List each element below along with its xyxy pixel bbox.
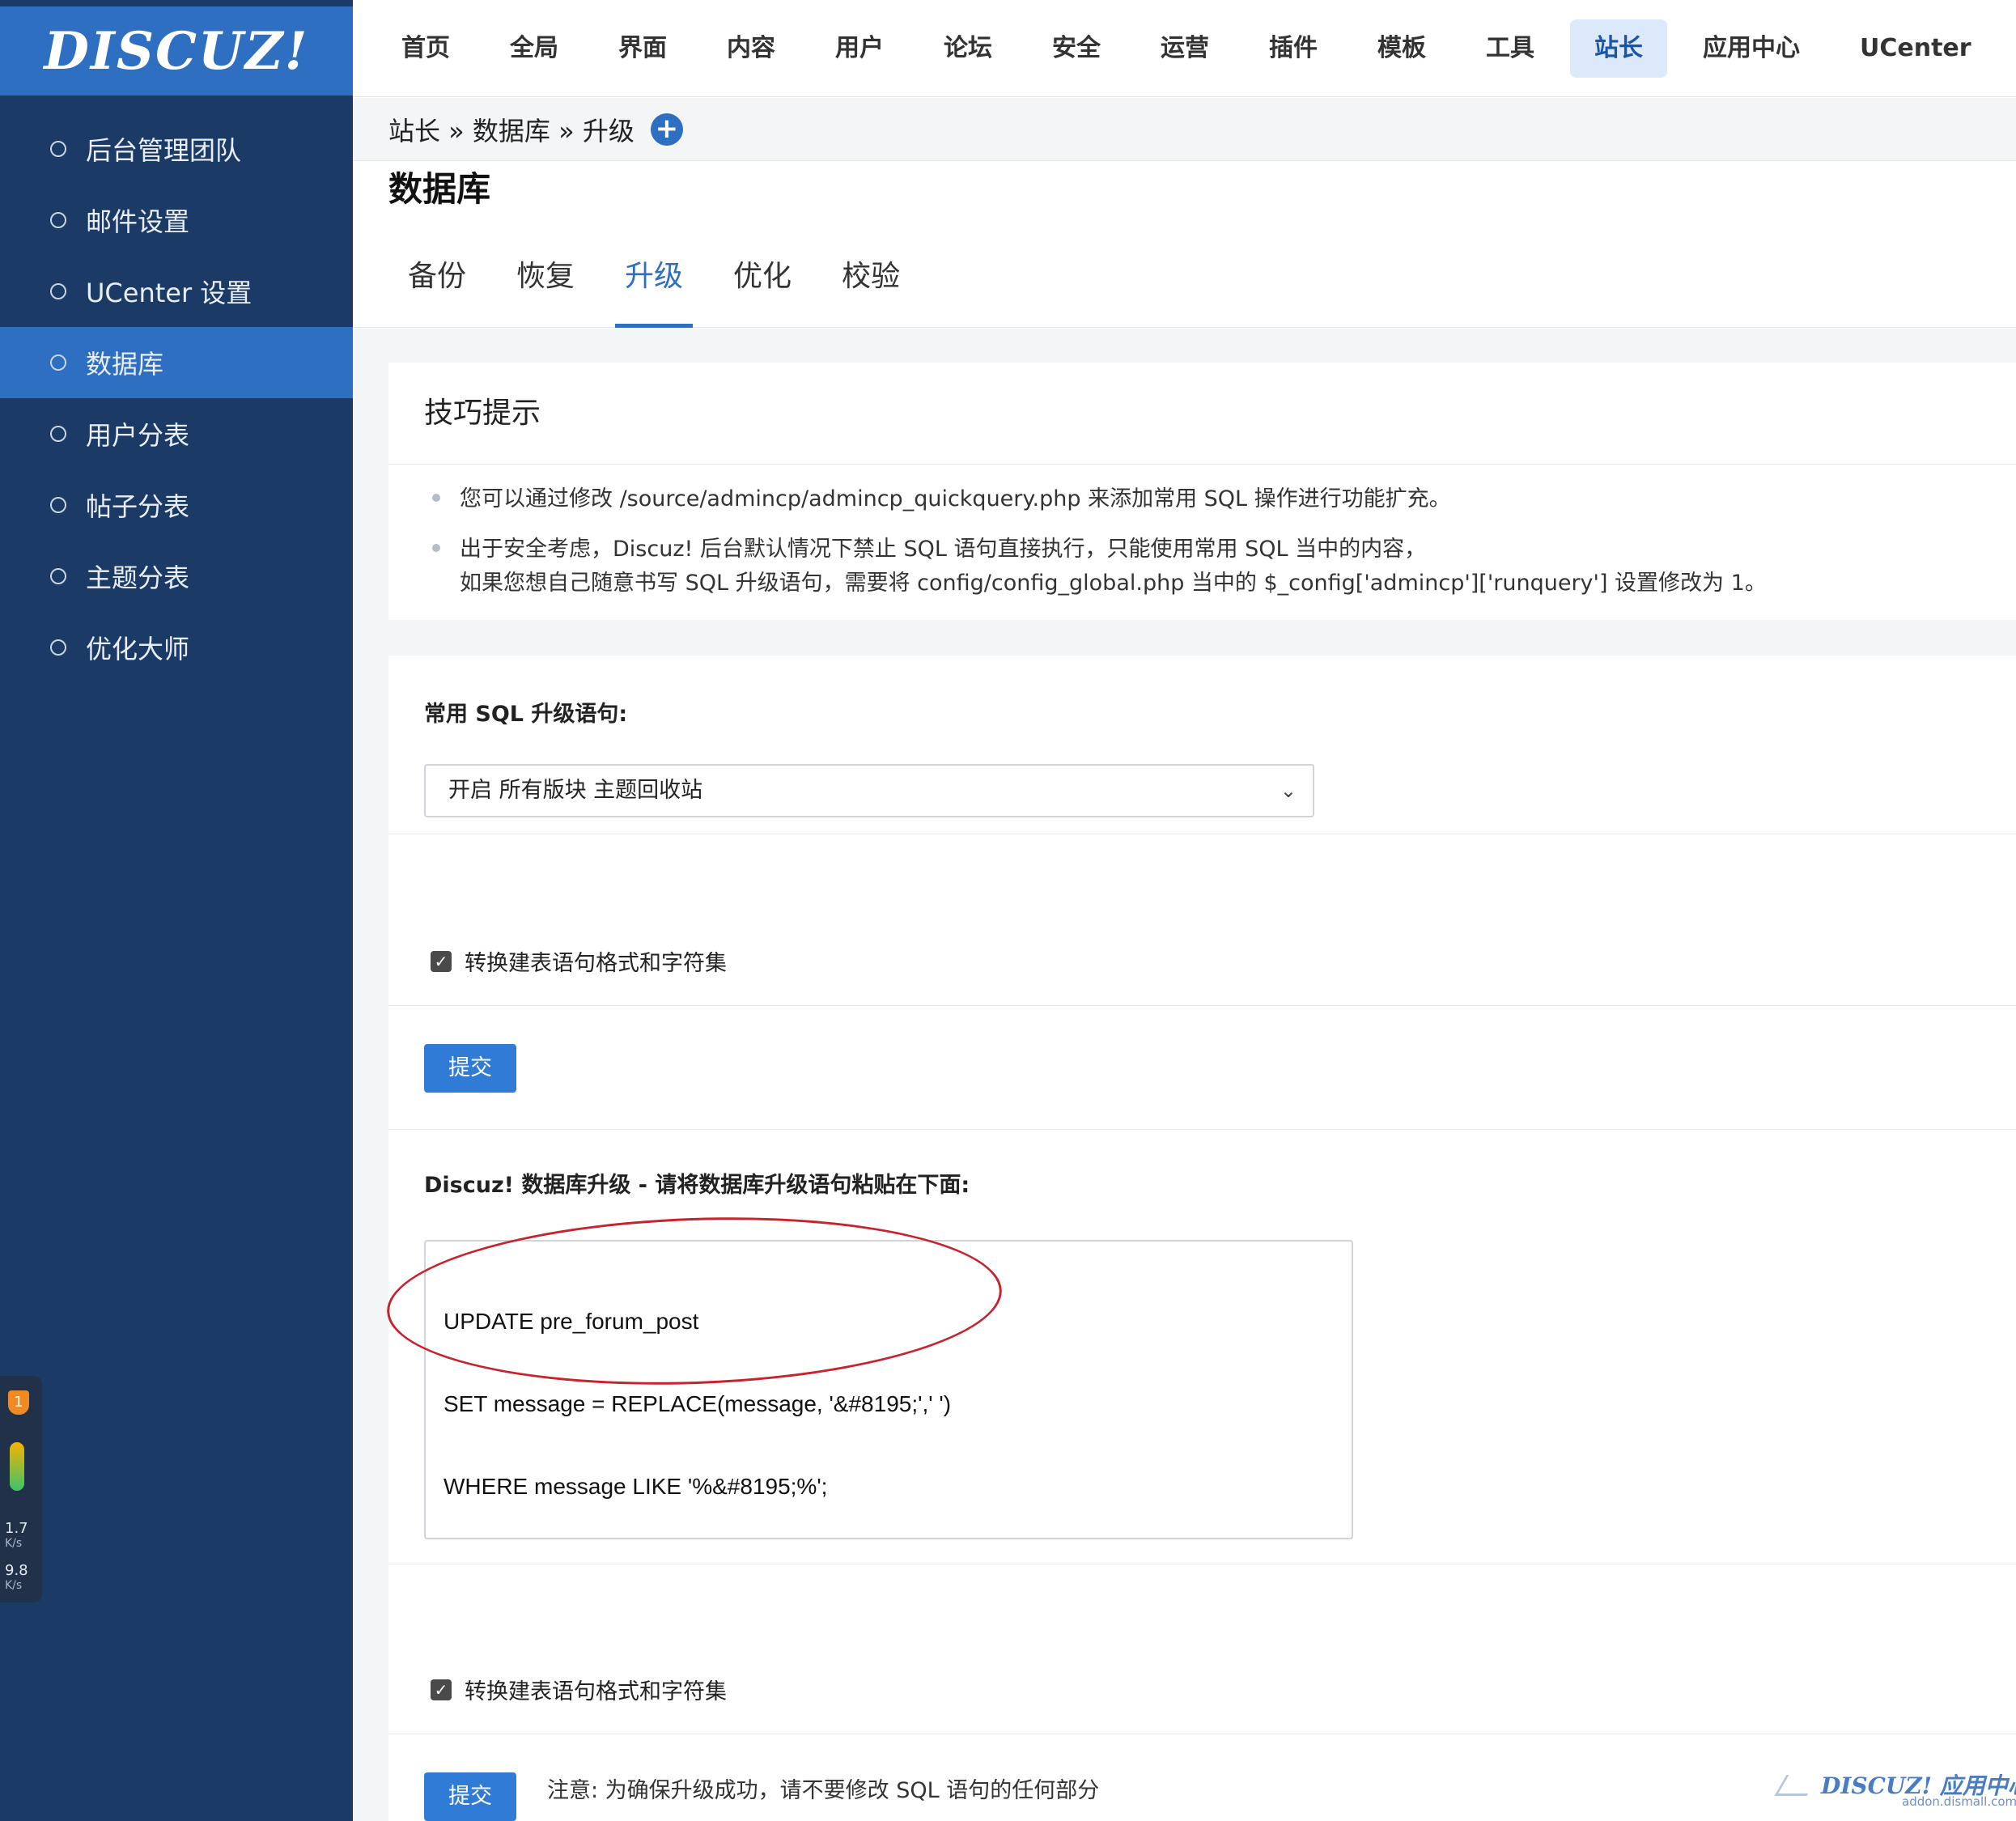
checkbox-checked-icon: ✓ (431, 1679, 452, 1700)
convert-charset-checkbox-1[interactable]: ✓ 转换建表语句格式和字符集 (431, 945, 727, 977)
submit-button-2[interactable]: 提交 (424, 1772, 516, 1821)
breadcrumb-text[interactable]: 站长 » 数据库 » 升级 (388, 111, 635, 148)
nav-plugins[interactable]: 插件 (1245, 19, 1342, 78)
page-title: 数据库 (388, 169, 491, 209)
tab-optimize[interactable]: 优化 (724, 243, 801, 328)
tips-panel: 技巧提示 您可以通过修改 /source/admincp/admincp_qui… (388, 363, 2016, 620)
watermark: DISCUZ! 应用中心 addon.dismall.com (1774, 1768, 2016, 1809)
circle-icon (50, 354, 66, 371)
nav-interface[interactable]: 界面 (594, 19, 691, 78)
tip-item: 您可以通过修改 /source/admincp/admincp_quickque… (424, 482, 2016, 516)
sidebar-item-thread-tables[interactable]: 主题分表 (0, 541, 353, 612)
circle-icon (50, 283, 66, 299)
top-navigation: 首页 全局 界面 内容 用户 论坛 安全 运营 插件 模板 工具 站长 应用中心… (353, 0, 2016, 97)
add-shortcut-icon[interactable]: + (650, 112, 683, 146)
speed-gauge (10, 1442, 24, 1491)
logo-text: DISCUZ! (44, 20, 309, 82)
circle-icon (50, 426, 66, 442)
arrow-icon (1774, 1775, 1819, 1796)
circle-icon (50, 497, 66, 513)
tab-verify[interactable]: 校验 (832, 243, 910, 328)
tab-restore[interactable]: 恢复 (507, 243, 584, 328)
sidebar-item-database[interactable]: 数据库 (0, 327, 353, 398)
nav-ucenter[interactable]: UCenter (1836, 19, 1996, 78)
common-sql-select[interactable]: 开启 所有版块 主题回收站 ⌄ (424, 764, 1314, 817)
tips-title: 技巧提示 (388, 363, 2016, 465)
tab-upgrade[interactable]: 升级 (615, 243, 694, 328)
tip-item: 出于安全考虑，Discuz! 后台默认情况下禁止 SQL 语句直接执行，只能使用… (424, 533, 2016, 601)
discuz-logo[interactable]: DISCUZ! (0, 6, 353, 96)
convert-charset-checkbox-2[interactable]: ✓ 转换建表语句格式和字符集 (431, 1674, 727, 1705)
sidebar-item-admin-team[interactable]: 后台管理团队 (0, 113, 353, 185)
download-speed: 9.8 K/s (5, 1562, 28, 1593)
upload-speed: 1.7 K/s (5, 1520, 28, 1551)
sidebar-item-post-tables[interactable]: 帖子分表 (0, 469, 353, 541)
nav-webmaster[interactable]: 站长 (1570, 19, 1667, 78)
nav-users[interactable]: 用户 (811, 19, 908, 78)
sidebar-item-mail-settings[interactable]: 邮件设置 (0, 185, 353, 256)
submit-button-1[interactable]: 提交 (424, 1044, 516, 1093)
circle-icon (50, 639, 66, 656)
nav-tools[interactable]: 工具 (1462, 19, 1559, 78)
network-speed-widget[interactable]: 1 1.7 K/s 9.8 K/s (0, 1376, 42, 1602)
circle-icon (50, 141, 66, 157)
circle-icon (50, 212, 66, 228)
sidebar: DISCUZ! 后台管理团队 邮件设置 UCenter 设置 数据库 用户分表 … (0, 0, 353, 1821)
checkbox-checked-icon: ✓ (431, 950, 452, 972)
nav-templates[interactable]: 模板 (1353, 19, 1450, 78)
nav-content[interactable]: 内容 (702, 19, 800, 78)
sidebar-item-user-tables[interactable]: 用户分表 (0, 398, 353, 469)
sql-textarea[interactable]: UPDATE pre_forum_post SET message = REPL… (424, 1240, 1353, 1539)
nav-global[interactable]: 全局 (486, 19, 583, 78)
common-sql-label: 常用 SQL 升级语句: (424, 702, 628, 727)
tips-list: 您可以通过修改 /source/admincp/admincp_quickque… (388, 465, 2016, 601)
chevron-down-icon: ⌄ (1280, 779, 1297, 802)
sidebar-item-optimizer[interactable]: 优化大师 (0, 612, 353, 683)
nav-app-center[interactable]: 应用中心 (1679, 19, 1824, 78)
sidebar-menu: 后台管理团队 邮件设置 UCenter 设置 数据库 用户分表 帖子分表 主题分… (0, 113, 353, 683)
circle-icon (50, 568, 66, 584)
tab-backup[interactable]: 备份 (398, 243, 476, 328)
tab-bar: 备份 恢复 升级 优化 校验 (353, 243, 2016, 328)
shield-icon: 1 (8, 1390, 29, 1415)
upgrade-sql-label: Discuz! 数据库升级 - 请将数据库升级语句粘贴在下面: (424, 1173, 970, 1198)
nav-operations[interactable]: 运营 (1136, 19, 1233, 78)
breadcrumb: 站长 » 数据库 » 升级 + (353, 98, 2016, 161)
nav-security[interactable]: 安全 (1028, 19, 1125, 78)
upgrade-form: 常用 SQL 升级语句: 开启 所有版块 主题回收站 ⌄ ✓ 转换建表语句格式和… (388, 656, 2016, 1821)
upgrade-note: 注意: 为确保升级成功，请不要修改 SQL 语句的任何部分 (547, 1778, 1100, 1803)
sidebar-item-ucenter-settings[interactable]: UCenter 设置 (0, 256, 353, 327)
nav-home[interactable]: 首页 (377, 19, 474, 78)
nav-forum[interactable]: 论坛 (919, 19, 1016, 78)
